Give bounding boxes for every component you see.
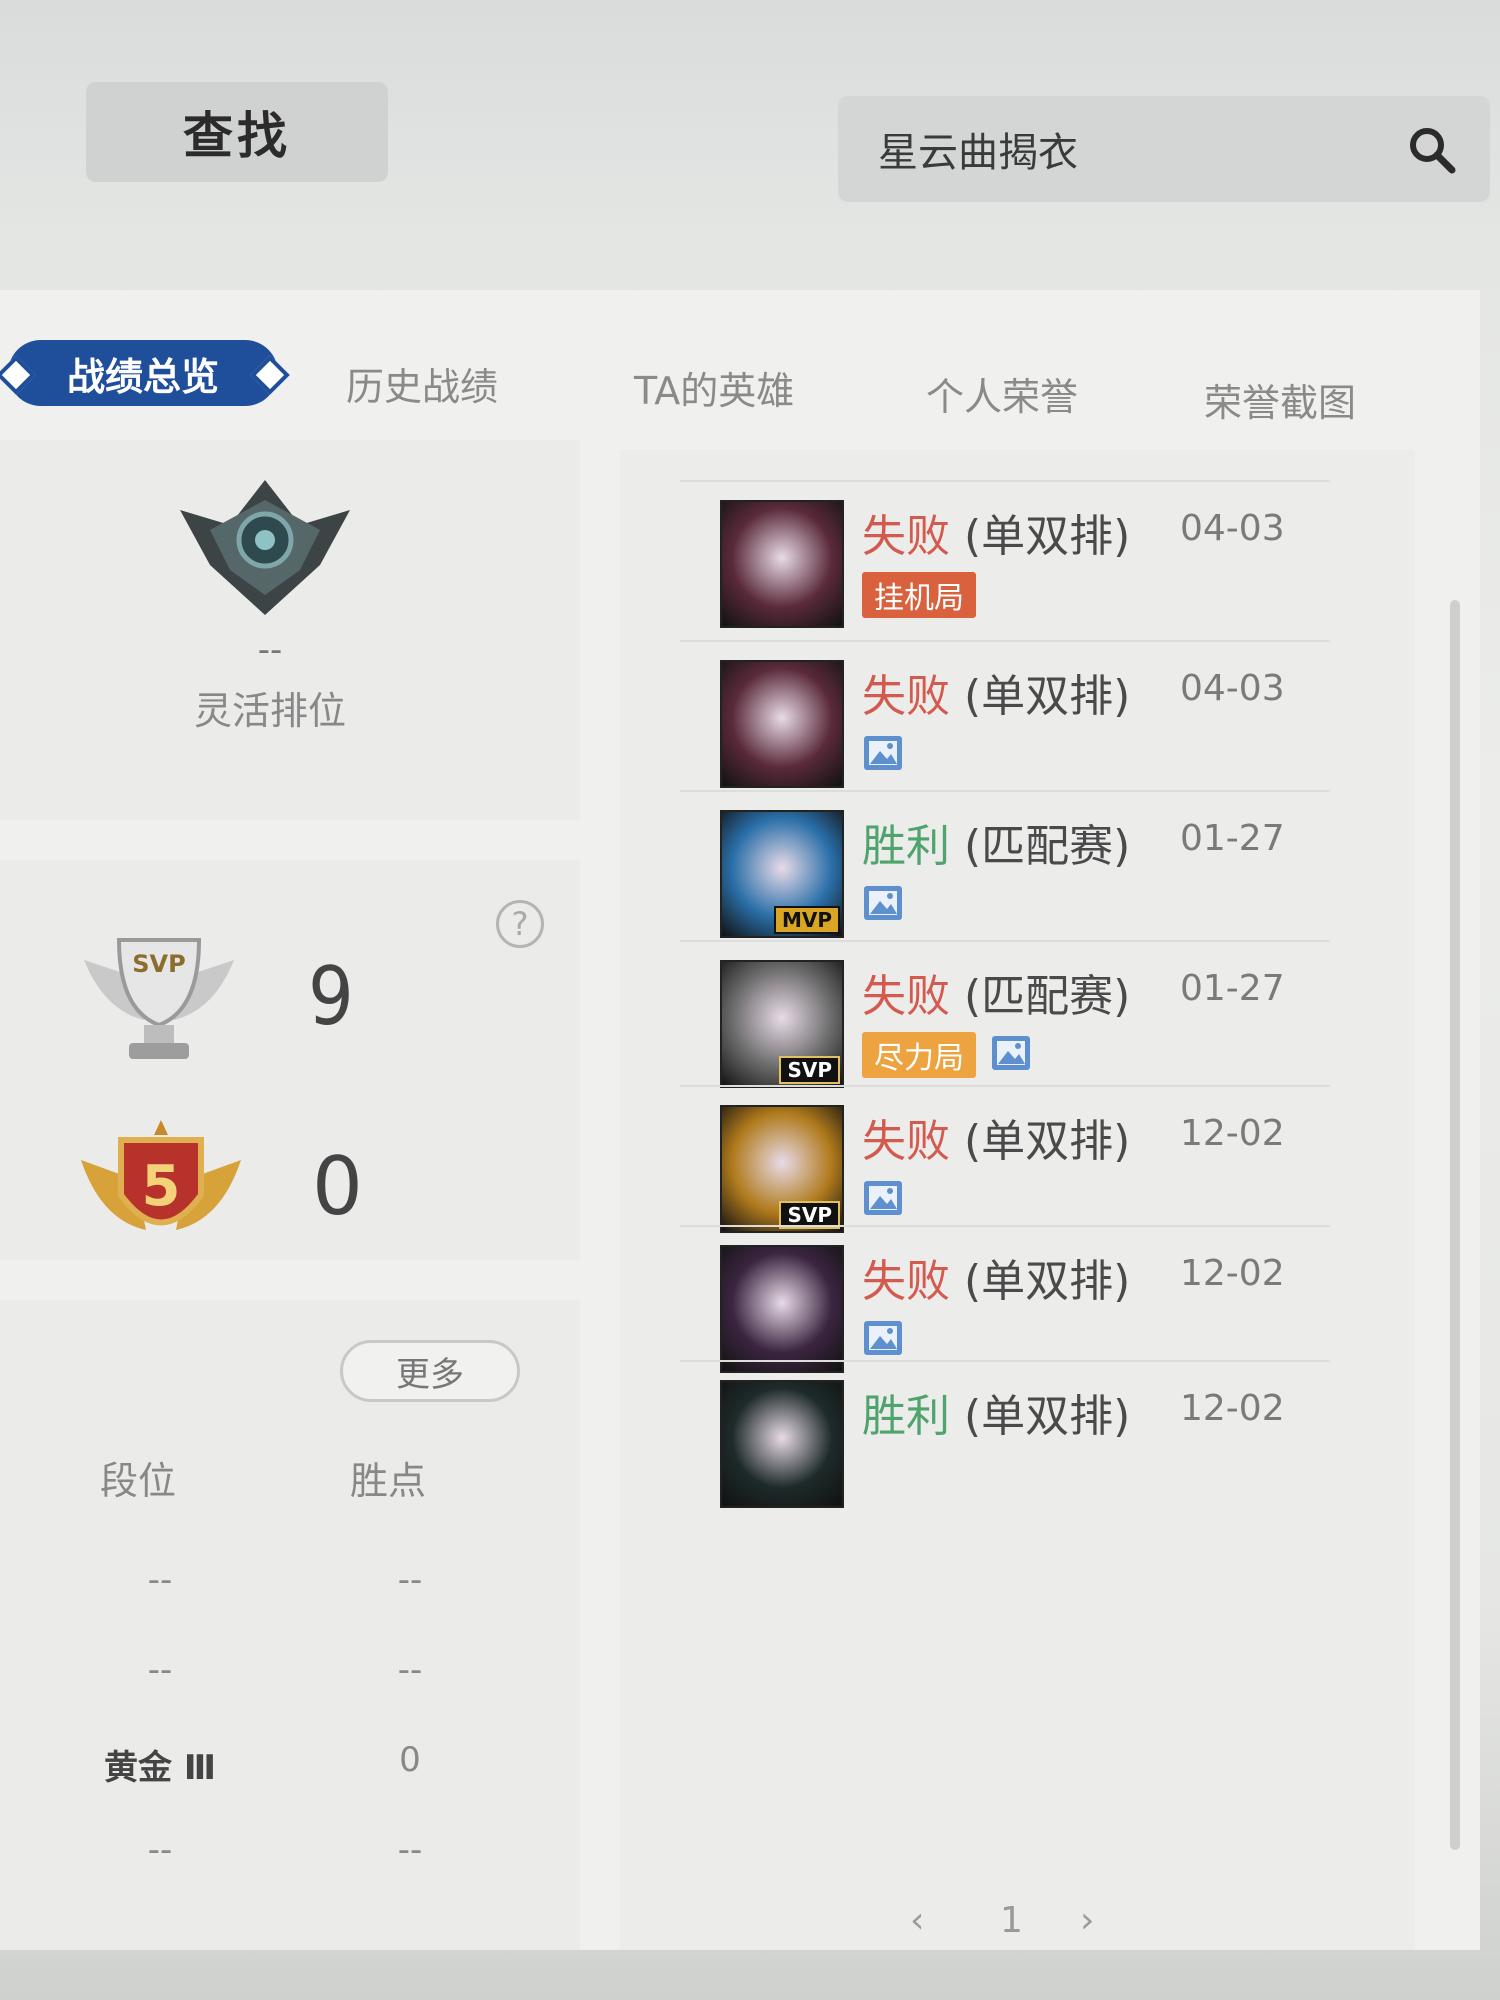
help-icon[interactable]: ? [496,900,544,948]
search-input[interactable]: 星云曲揭衣 [838,96,1490,202]
rank-card: -- 灵活排位 [0,440,580,820]
record-panel: 战绩总览 历史战绩 TA的英雄 个人荣誉 荣誉截图 -- 灵活排位 ? SVP … [0,290,1480,1950]
honor-card: ? SVP 9 5 0 [0,860,580,1260]
season-row-4-points: -- [397,1830,423,1870]
season-card: 更多 段位 胜点 -- -- -- -- 黄金 Ⅲ 0 -- -- [0,1300,580,1950]
match-outcome: 失败 [862,511,950,562]
pentakill-count: 0 [312,1140,363,1233]
match-mode: (单双排) [964,511,1131,562]
pentakill-badge-label: 5 [142,1154,181,1219]
match-result: 失败 (匹配赛) [862,960,1130,1024]
match-outcome: 失败 [862,1256,950,1307]
screenshot-icon[interactable] [990,1034,1032,1072]
match-list: 失败 (单双排) 04-03 挂机局 失败 (单双排) 04-03 MVP 胜利 (匹配赛)… [620,450,1460,1950]
rank-emblem-icon [180,480,350,615]
match-date: 04-03 [1180,508,1285,549]
tab-history[interactable]: 历史战绩 [346,356,498,411]
match-result: 胜利 (匹配赛) [862,810,1130,874]
match-mode: (单双排) [964,1256,1131,1307]
pagination: ‹ 1 › [910,1900,1170,1960]
season-row-4-rank: -- [147,1830,173,1870]
tab-heroes[interactable]: TA的英雄 [634,360,794,415]
tab-honors[interactable]: 个人荣誉 [926,366,1078,421]
match-result: 失败 (单双排) [862,500,1130,564]
match-outcome: 失败 [862,971,950,1022]
season-row-1-points: -- [397,1560,423,1600]
match-mode: (单双排) [964,1391,1131,1442]
match-outcome: 失败 [862,1116,950,1167]
top-search-bar: 查找 星云曲揭衣 [0,0,1500,290]
tab-honor-screenshots[interactable]: 荣誉截图 [1204,372,1356,427]
match-row[interactable]: 胜利 (单双排) 12-02 [680,1360,1330,1540]
effort-tag: 尽力局 [862,1032,976,1078]
svp-badge: SVP [779,1056,840,1084]
screenshot-icon[interactable] [862,1179,904,1217]
more-button[interactable]: 更多 [340,1340,520,1402]
hero-avatar[interactable] [720,1245,844,1373]
screenshot-icon[interactable] [862,734,904,772]
svp-count: 9 [308,950,354,1043]
screenshot-icon[interactable] [862,1319,904,1357]
svp-trophy-label: SVP [132,950,185,978]
find-button[interactable]: 查找 [86,82,388,182]
season-row-3-points: 0 [399,1740,421,1780]
match-outcome: 胜利 [862,821,950,872]
season-header-points: 胜点 [350,1459,427,1503]
match-date: 01-27 [1180,968,1285,1009]
search-icon[interactable] [1406,124,1458,176]
match-mode: (单双排) [964,1116,1131,1167]
hero-avatar[interactable] [720,1380,844,1508]
hero-avatar[interactable]: MVP [720,810,844,938]
match-mode: (匹配赛) [964,971,1131,1022]
season-row-2-points: -- [397,1650,423,1690]
pentakill-badge-icon: 5 [81,1120,241,1230]
match-date: 01-27 [1180,818,1285,859]
match-date: 12-02 [1180,1113,1285,1154]
season-row-3-rank: 黄金 Ⅲ [104,1748,216,1788]
match-result: 胜利 (单双排) [862,1380,1130,1444]
search-query-text: 星云曲揭衣 [878,130,1078,176]
afk-tag: 挂机局 [862,572,976,618]
screenshot-icon[interactable] [862,884,904,922]
match-row[interactable]: 失败 (单双排) 04-03 挂机局 [680,480,1330,660]
tab-bar: 战绩总览 历史战绩 TA的英雄 个人荣誉 荣誉截图 [0,310,1480,425]
rank-queue-label: 灵活排位 [193,689,346,733]
hero-avatar[interactable] [720,660,844,788]
match-outcome: 胜利 [862,1391,950,1442]
rank-value: -- [257,630,283,670]
match-date: 12-02 [1180,1253,1285,1294]
match-result: 失败 (单双排) [862,1105,1130,1169]
season-row-2-rank: -- [147,1650,173,1690]
pager-page-number[interactable]: 1 [1000,1900,1023,1941]
hero-avatar[interactable] [720,500,844,628]
tab-overview[interactable]: 战绩总览 [8,340,278,406]
match-result: 失败 (单双排) [862,1245,1130,1309]
match-outcome: 失败 [862,671,950,722]
mvp-badge: MVP [773,906,840,934]
scrollbar[interactable] [1450,600,1460,1850]
match-mode: (匹配赛) [964,821,1131,872]
season-header-rank: 段位 [100,1459,177,1503]
match-date: 04-03 [1180,668,1285,709]
pager-next-icon[interactable]: › [1080,1900,1094,1941]
season-row-1-rank: -- [147,1560,173,1600]
match-mode: (单双排) [964,671,1131,722]
match-result: 失败 (单双排) [862,660,1130,724]
match-date: 12-02 [1180,1388,1285,1429]
hero-avatar[interactable]: SVP [720,1105,844,1233]
svp-trophy-icon: SVP [84,938,234,1059]
pager-prev-icon[interactable]: ‹ [910,1900,924,1941]
hero-avatar[interactable]: SVP [720,960,844,1088]
